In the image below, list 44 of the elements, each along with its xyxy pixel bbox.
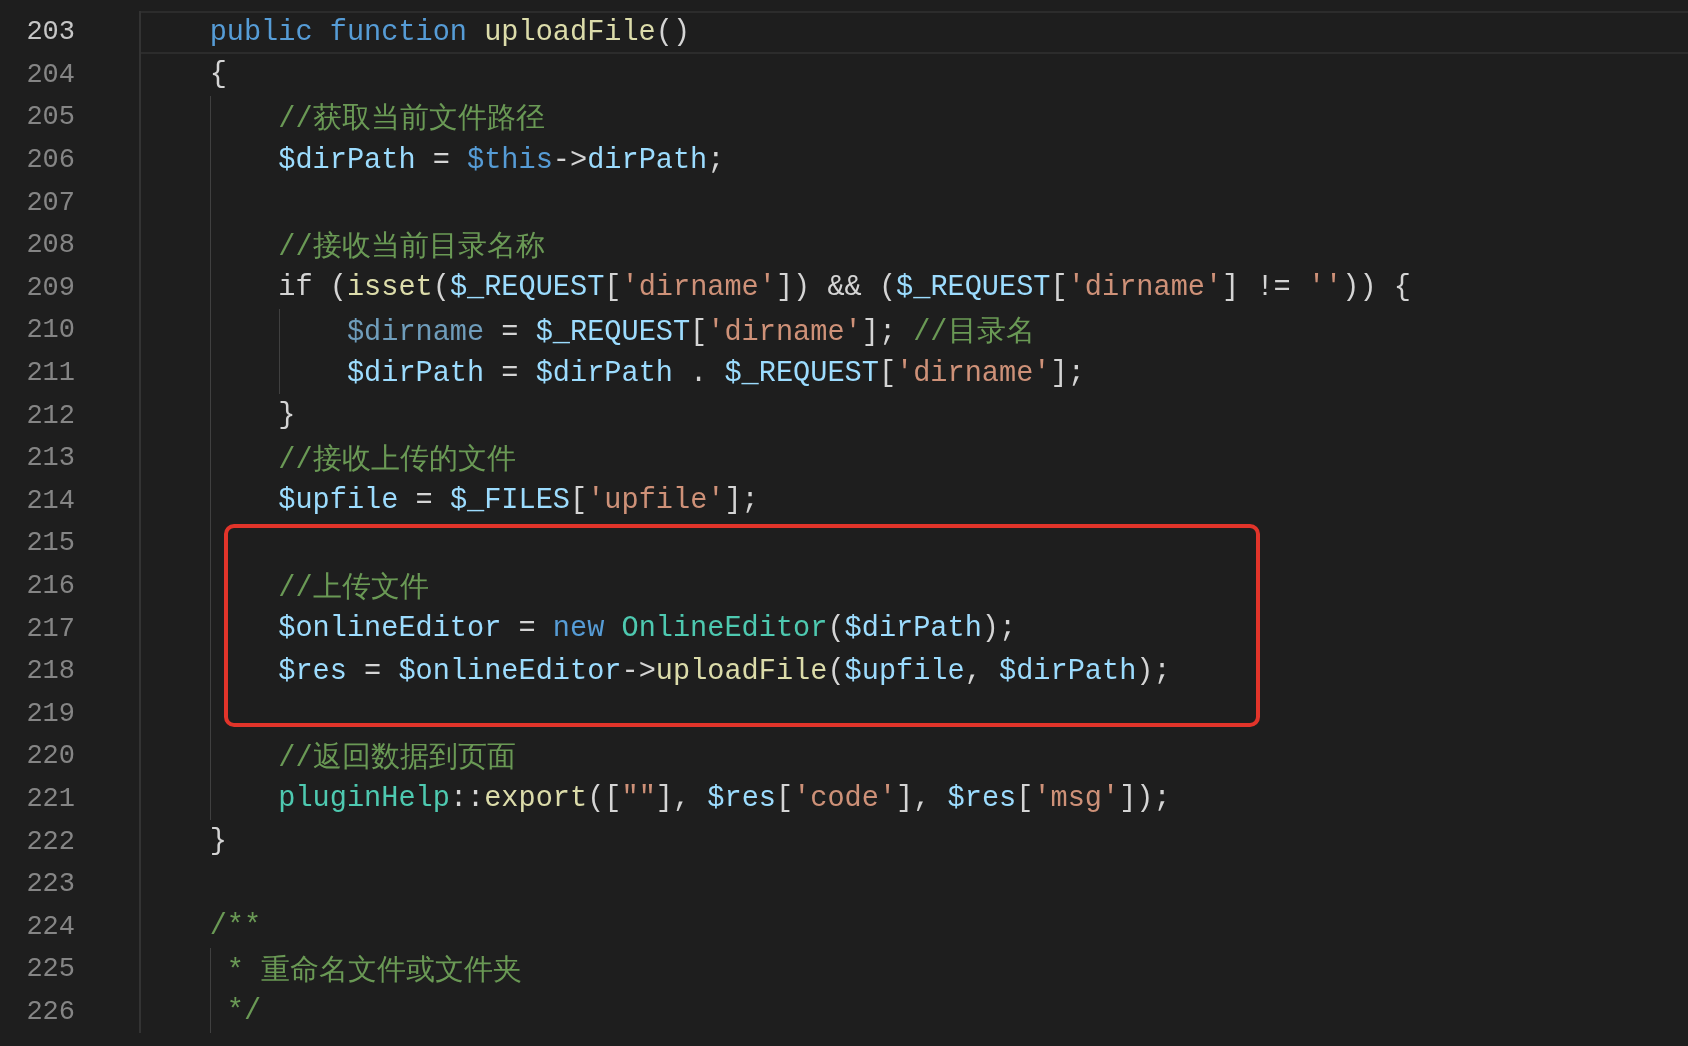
line-number: 220 xyxy=(26,741,75,772)
code-line: //接收当前目录名称 xyxy=(277,229,545,265)
code-line: * 重命名文件或文件夹 xyxy=(225,953,523,989)
line-number: 218 xyxy=(26,656,75,687)
code-line: //返回数据到页面 xyxy=(277,740,516,776)
line-number: 206 xyxy=(26,145,75,176)
line-number: 212 xyxy=(26,400,75,431)
code-line: $res = $onlineEditor->uploadFile($upfile, $dirPath); xyxy=(277,654,1171,688)
code-line: if (isset($_REQUEST['dirname']) && ($_REQUEST['dirname'] != '')) { xyxy=(277,271,1411,305)
line-number: 216 xyxy=(26,571,75,601)
code-line: $dirPath = $this->dirPath; xyxy=(277,143,725,177)
line-number: 214 xyxy=(26,485,75,516)
line-number: 208 xyxy=(26,230,75,261)
line-number: 224 xyxy=(26,911,75,942)
line-number: 215 xyxy=(26,528,75,559)
line-number: 205 xyxy=(26,102,75,133)
line-number: 213 xyxy=(26,443,75,474)
line-number: 226 xyxy=(26,996,75,1027)
line-number: 219 xyxy=(26,698,75,729)
line-number: 223 xyxy=(26,869,75,900)
line-number: 221 xyxy=(26,784,75,814)
line-number: 203 xyxy=(26,17,75,48)
code-line: { xyxy=(208,58,227,92)
line-number: 217 xyxy=(26,613,75,644)
code-line: //接收上传的文件 xyxy=(277,442,516,478)
line-number: 209 xyxy=(26,272,75,303)
code-line: $dirPath = $dirPath . $_REQUEST['dirname']; xyxy=(345,356,1085,390)
code-line: public function uploadFile() xyxy=(208,15,691,49)
code-line: } xyxy=(208,825,227,859)
line-number: 204 xyxy=(26,59,75,90)
code-line: //获取当前文件路径 xyxy=(277,102,545,137)
line-number: 225 xyxy=(26,954,75,985)
code-line: /** xyxy=(208,910,262,944)
line-number: 210 xyxy=(26,315,75,346)
code-line: $onlineEditor = new OnlineEditor($dirPath); xyxy=(277,612,1017,646)
code-line: pluginHelp::export([""], $res['code'], $res['msg']); xyxy=(277,782,1171,816)
code-line: $upfile = $_FILES['upfile']; xyxy=(277,484,759,518)
code-line: //上传文件 xyxy=(277,570,429,606)
code-line: } xyxy=(277,399,296,433)
line-number: 207 xyxy=(26,187,75,218)
line-number: 222 xyxy=(26,826,75,857)
line-number: 211 xyxy=(26,358,75,389)
code-line: $dirname = $_REQUEST['dirname']; //目录名 xyxy=(345,314,1035,350)
code-line: */ xyxy=(225,995,262,1029)
